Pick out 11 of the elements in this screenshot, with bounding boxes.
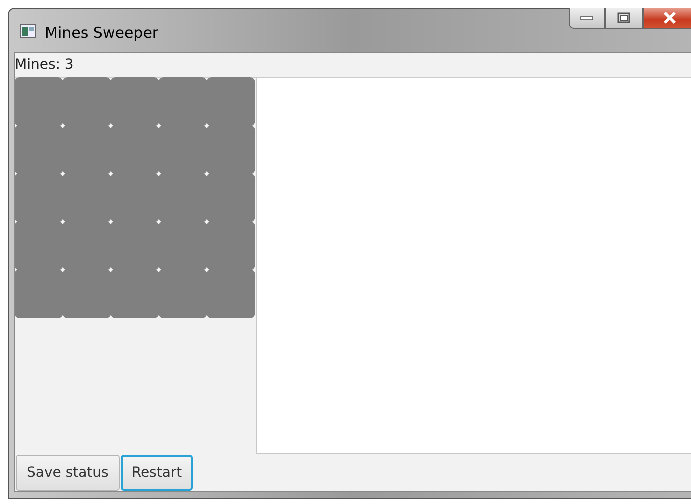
restart-button[interactable]: Restart bbox=[120, 455, 194, 491]
close-button[interactable] bbox=[643, 8, 691, 29]
window-title: Mines Sweeper bbox=[45, 24, 159, 42]
minimize-icon bbox=[580, 15, 594, 21]
minimize-button[interactable] bbox=[569, 8, 605, 29]
maximize-icon bbox=[617, 12, 631, 24]
mines-count: Mines: 3 bbox=[15, 56, 74, 73]
close-icon bbox=[662, 11, 678, 25]
maximize-button[interactable] bbox=[605, 8, 643, 29]
app-icon bbox=[20, 24, 36, 38]
save-button[interactable]: Save status bbox=[16, 455, 120, 491]
